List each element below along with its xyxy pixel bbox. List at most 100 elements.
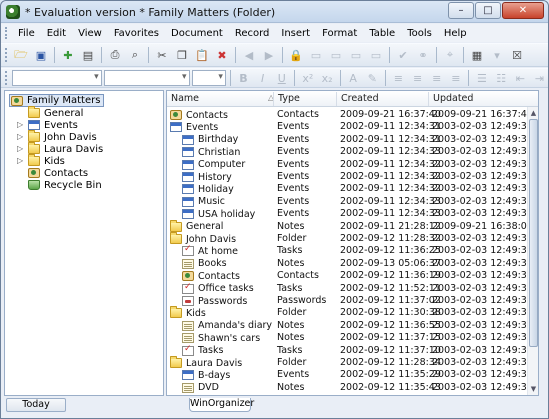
- tree-item-kids[interactable]: Kids: [28, 154, 65, 167]
- style-select[interactable]: [11, 70, 102, 86]
- bullets-icon[interactable]: ☰: [473, 69, 490, 87]
- print-preview-icon[interactable]: ⌕: [126, 46, 144, 64]
- save-icon[interactable]: ▣: [32, 46, 50, 64]
- view-icon[interactable]: ▤: [79, 46, 97, 64]
- table-row[interactable]: Birthday Events 2002-09-11 12:34:31 2003-02…: [167, 134, 538, 146]
- menu-file[interactable]: File: [12, 28, 41, 39]
- table-row[interactable]: General Notes 2002-09-11 21:28:12 2009-09-2…: [167, 219, 538, 233]
- table-row[interactable]: Kids Folder 2002-09-12 11:30:38 2003-02-03 …: [167, 306, 538, 319]
- expand-john-davis-icon[interactable]: ▷: [17, 132, 24, 141]
- back-icon[interactable]: ◀: [240, 46, 258, 64]
- forward-icon[interactable]: ▶: [260, 46, 278, 64]
- justify-icon[interactable]: ≡: [447, 69, 464, 87]
- align-center-icon[interactable]: ≡: [409, 69, 426, 87]
- table-icon[interactable]: ▦: [468, 46, 486, 64]
- numbering-icon[interactable]: ☷: [493, 69, 510, 87]
- close-doc-icon[interactable]: ☒: [508, 46, 526, 64]
- item-list[interactable]: Name △ Type Created Updated Contacts Cont…: [166, 90, 539, 396]
- indent-icon[interactable]: ⇥: [531, 69, 548, 87]
- new-item-icon[interactable]: ✚: [59, 46, 77, 64]
- open-folder-icon[interactable]: 🗁: [12, 46, 30, 64]
- font-color-icon[interactable]: A: [345, 69, 362, 87]
- table-row[interactable]: Amanda's diary Notes 2002-09-12 11:36:55 20…: [167, 320, 538, 332]
- expand-laura-davis-icon[interactable]: ▷: [17, 144, 24, 153]
- link-icon[interactable]: ⚭: [414, 46, 432, 64]
- close-button[interactable]: ✕: [502, 2, 544, 19]
- column-header-updated[interactable]: Updated: [433, 93, 473, 104]
- subscript-icon[interactable]: x₂: [318, 69, 335, 87]
- font-size-select[interactable]: [191, 70, 226, 86]
- tree-root-family-matters[interactable]: Family Matters: [9, 94, 105, 107]
- format-toolbar-grip[interactable]: [5, 71, 8, 85]
- table-row[interactable]: Office tasks Tasks 2002-09-12 11:52:112003…: [167, 282, 538, 295]
- column-header-name[interactable]: Name: [171, 93, 199, 104]
- winorganizer-tab[interactable]: WinOrganizer: [189, 398, 254, 412]
- options-icon[interactable]: ▾: [488, 46, 506, 64]
- vertical-scrollbar[interactable]: ▲ ▼: [527, 107, 538, 395]
- table-row[interactable]: Tasks Tasks 2002-09-12 11:37:102003-02-03 …: [167, 344, 538, 357]
- maximize-button[interactable]: □: [475, 2, 501, 19]
- font-select[interactable]: [103, 70, 190, 86]
- table-row[interactable]: Christian Events 2002-09-11 12:34:33 2003-0…: [167, 146, 538, 158]
- tree-item-john-davis[interactable]: John Davis: [28, 130, 97, 143]
- tree-item-general[interactable]: General: [28, 106, 83, 119]
- table-row[interactable]: Books Notes 2002-09-13 05:06:37 2003-02-03 …: [167, 258, 538, 270]
- align-left-icon[interactable]: ≡: [390, 69, 407, 87]
- menu-document[interactable]: Document: [165, 28, 229, 39]
- align-right-icon[interactable]: ≡: [428, 69, 445, 87]
- menu-record[interactable]: Record: [229, 28, 276, 39]
- column-header-type[interactable]: Type: [278, 93, 300, 104]
- tree-item-laura-davis[interactable]: Laura Davis: [28, 142, 103, 155]
- document-icon-2[interactable]: ▭: [327, 46, 345, 64]
- table-row[interactable]: Computer Events 2002-09-11 12:34:32 2003-02…: [167, 159, 538, 171]
- menu-format[interactable]: Format: [316, 28, 363, 39]
- table-row[interactable]: John Davis Folder 2002-09-12 11:28:32 2003-…: [167, 232, 538, 245]
- table-row[interactable]: Events Events 2002-09-11 12:34:31 2003-02-0…: [167, 121, 538, 133]
- document-icon-4[interactable]: ▭: [367, 46, 385, 64]
- expand-events-icon[interactable]: ▷: [17, 120, 24, 129]
- check-icon[interactable]: ✔: [394, 46, 412, 64]
- menu-table[interactable]: Table: [363, 28, 401, 39]
- menu-tools[interactable]: Tools: [401, 28, 438, 39]
- menu-help[interactable]: Help: [438, 28, 473, 39]
- minimize-button[interactable]: –: [448, 2, 474, 19]
- tree-item-contacts[interactable]: Contacts: [28, 167, 88, 179]
- today-tab[interactable]: Today: [6, 398, 66, 412]
- print-icon[interactable]: ⎙: [106, 46, 124, 64]
- highlight-icon[interactable]: ✎: [364, 69, 381, 87]
- italic-icon[interactable]: I: [254, 69, 271, 87]
- table-row[interactable]: USA holiday Events 2002-09-11 12:34:33 2003…: [167, 208, 538, 220]
- menu-favorites[interactable]: Favorites: [108, 28, 165, 39]
- table-row[interactable]: Shawn's cars Notes 2002-09-12 11:37:15 2003…: [167, 332, 538, 344]
- table-row[interactable]: Holiday Events 2002-09-11 12:34:32 2003-02-…: [167, 183, 538, 195]
- tree-item-recycle-bin[interactable]: Recycle Bin: [28, 179, 102, 191]
- table-row[interactable]: DVD Notes 2002-09-12 11:35:43 2003-02-03 12…: [167, 382, 538, 394]
- column-header-created[interactable]: Created: [341, 93, 379, 104]
- attach-icon[interactable]: ⌖: [441, 46, 459, 64]
- underline-icon[interactable]: U: [273, 69, 290, 87]
- folder-tree[interactable]: Family Matters General ▷ Events ▷ John D…: [4, 90, 164, 396]
- tree-item-events[interactable]: Events: [28, 119, 78, 131]
- copy-icon[interactable]: ❐: [173, 46, 191, 64]
- cut-icon[interactable]: ✂: [153, 46, 171, 64]
- toolbar-grip[interactable]: [5, 48, 8, 62]
- table-row[interactable]: Contacts Contacts 2002-09-12 11:36:19 2003-…: [167, 270, 538, 282]
- scroll-up-icon[interactable]: ▲: [529, 108, 538, 118]
- menu-edit[interactable]: Edit: [41, 28, 72, 39]
- table-row[interactable]: B-days Events 2002-09-12 11:35:29 2003-02-0…: [167, 369, 538, 381]
- table-row[interactable]: Passwords Passwords 2002-09-12 11:37:02 200…: [167, 295, 538, 307]
- delete-icon[interactable]: ✖: [213, 46, 231, 64]
- table-row[interactable]: Music Events 2002-09-11 12:34:33 2003-02-03…: [167, 196, 538, 208]
- table-row[interactable]: Laura Davis Folder 2002-09-12 11:28:34 2003…: [167, 356, 538, 369]
- menu-view[interactable]: View: [72, 28, 108, 39]
- table-row[interactable]: History Events 2002-09-11 12:34:32 2003-02-…: [167, 171, 538, 183]
- lock-icon[interactable]: 🔒: [287, 46, 305, 64]
- superscript-icon[interactable]: x²: [299, 69, 316, 87]
- table-row[interactable]: Contacts Contacts 2009-09-21 16:37:40 2009-…: [167, 109, 538, 121]
- bold-icon[interactable]: B: [235, 69, 252, 87]
- expand-kids-icon[interactable]: ▷: [17, 156, 24, 165]
- document-icon-3[interactable]: ▭: [347, 46, 365, 64]
- menu-grip[interactable]: [5, 27, 8, 39]
- document-icon-1[interactable]: ▭: [307, 46, 325, 64]
- table-row[interactable]: At home Tasks 2002-09-12 11:36:252003-02-0…: [167, 244, 538, 257]
